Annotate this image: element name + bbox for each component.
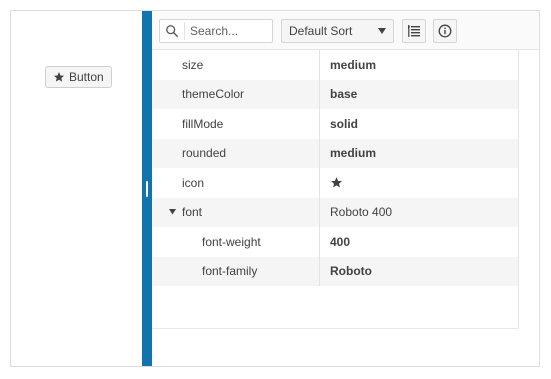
star-icon xyxy=(331,177,342,188)
star-icon xyxy=(54,72,64,82)
property-name-cell: icon xyxy=(152,168,320,198)
property-value: base xyxy=(330,87,358,102)
info-icon xyxy=(438,24,452,38)
property-name-cell: rounded xyxy=(152,138,320,168)
property-grid-pane: Default Sort xyxy=(152,11,539,366)
group-list-icon xyxy=(408,25,420,37)
search-box[interactable] xyxy=(159,19,273,43)
property-value: medium xyxy=(330,146,377,161)
property-value: 400 xyxy=(330,234,351,249)
splitter-handle[interactable] xyxy=(146,181,148,197)
property-name: themeColor xyxy=(182,87,245,102)
property-grid-toolbar: Default Sort xyxy=(152,11,539,50)
property-name-cell: size xyxy=(152,50,320,80)
property-row[interactable]: icon xyxy=(152,168,518,198)
demo-button[interactable]: Button xyxy=(45,66,112,88)
property-name-cell: font xyxy=(152,197,320,227)
property-name: size xyxy=(182,57,204,72)
property-name-cell: font-weight xyxy=(152,227,320,257)
property-row-group[interactable]: font Roboto 400 xyxy=(152,197,518,228)
search-input[interactable] xyxy=(190,24,260,38)
group-button[interactable] xyxy=(402,19,426,43)
property-value: solid xyxy=(330,116,359,131)
property-name: font-family xyxy=(202,264,258,279)
property-name-cell: font-family xyxy=(152,256,320,286)
chevron-down-icon xyxy=(378,28,386,34)
property-value: Roboto xyxy=(330,264,372,279)
search-icon xyxy=(166,25,178,37)
property-value-cell[interactable]: medium xyxy=(320,50,518,80)
property-value-cell[interactable]: Roboto xyxy=(320,257,518,287)
property-row[interactable]: rounded medium xyxy=(152,138,518,169)
caret-down-icon[interactable] xyxy=(169,208,176,215)
property-value-cell[interactable]: base xyxy=(320,80,518,110)
property-name-cell: themeColor xyxy=(152,79,320,109)
preview-pane: Button xyxy=(11,11,142,366)
property-value-cell[interactable]: 400 xyxy=(320,227,518,257)
property-row[interactable]: fillMode solid xyxy=(152,109,518,139)
property-name: rounded xyxy=(182,146,227,161)
sort-dropdown[interactable]: Default Sort xyxy=(281,19,394,43)
property-name-cell: fillMode xyxy=(152,109,320,139)
search-divider xyxy=(184,22,185,40)
property-value-cell[interactable]: Roboto 400 xyxy=(320,198,518,228)
property-grid-demo: Button Default Sort xyxy=(10,10,540,367)
property-row-nested[interactable]: font-family Roboto xyxy=(152,256,518,287)
sort-selected-value: Default Sort xyxy=(289,24,353,38)
property-value-cell[interactable] xyxy=(320,168,518,198)
pane-splitter[interactable] xyxy=(142,11,152,366)
property-grid: size medium themeColor base fillMode sol… xyxy=(152,50,529,329)
property-value-cell[interactable]: medium xyxy=(320,139,518,169)
property-value-cell[interactable]: solid xyxy=(320,109,518,139)
property-name: icon xyxy=(182,175,205,190)
property-row[interactable]: size medium xyxy=(152,50,518,80)
property-value: medium xyxy=(330,57,377,72)
property-name: fillMode xyxy=(182,116,224,131)
property-name: font-weight xyxy=(202,234,261,249)
property-name: font xyxy=(182,205,203,220)
vertical-scrollbar[interactable] xyxy=(518,50,529,329)
property-row[interactable]: themeColor base xyxy=(152,79,518,110)
property-row-nested[interactable]: font-weight 400 xyxy=(152,227,518,257)
demo-button-label: Button xyxy=(69,70,104,84)
info-button[interactable] xyxy=(433,19,457,43)
property-value: Roboto 400 xyxy=(330,205,393,220)
